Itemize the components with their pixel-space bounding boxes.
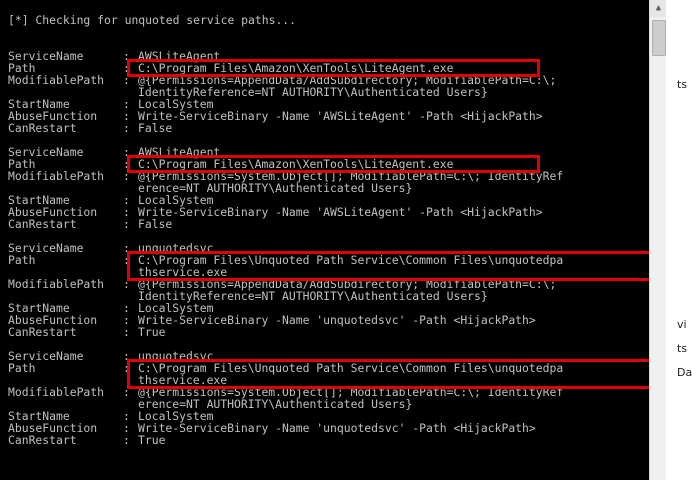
field-value: Write-ServiceBinary -Name 'unquotedsvc' … (138, 421, 536, 435)
field-label: ModifiablePath (8, 73, 105, 87)
field-label: ModifiablePath (8, 385, 105, 399)
field-label: ModifiablePath (8, 169, 105, 183)
background-window[interactable]: ts vi ts Daf (666, 0, 692, 480)
background-text-fragment: ts (677, 78, 688, 91)
scroll-up-arrow-icon[interactable]: ▲ (650, 0, 667, 17)
entry-can-restart-line: CanRestart: False (8, 122, 172, 134)
entry-can-restart-line: CanRestart: True (8, 326, 165, 338)
field-separator: : (123, 433, 130, 447)
field-value: Write-ServiceBinary -Name 'AWSLiteAgent'… (138, 109, 543, 123)
background-text-fragment: ts (677, 342, 688, 355)
console-scrollbar[interactable]: ▲ (649, 0, 667, 480)
background-text-fragment: vi (677, 318, 687, 331)
background-text-fragment: Daf (677, 366, 692, 379)
field-separator: : (123, 121, 130, 135)
field-label: CanRestart (8, 433, 77, 447)
entry-modifiable-path-line: IdentityReference=NT AUTHORITY\Authentic… (8, 290, 488, 302)
path-highlight-box (127, 155, 540, 173)
entry-abuse-function-line: AbuseFunction: Write-ServiceBinary -Name … (8, 110, 543, 122)
path-highlight-box (127, 359, 649, 389)
field-value: False (138, 121, 173, 135)
entry-can-restart-line: CanRestart: False (8, 218, 172, 230)
field-value: Write-ServiceBinary -Name 'AWSLiteAgent'… (138, 205, 543, 219)
path-highlight-box (127, 251, 649, 281)
field-value: True (138, 325, 166, 339)
console-window[interactable]: [*] Checking for unquoted service paths.… (0, 0, 649, 480)
field-value: Write-ServiceBinary -Name 'unquotedsvc' … (138, 313, 536, 327)
field-label: CanRestart (8, 325, 77, 339)
entry-abuse-function-line: AbuseFunction: Write-ServiceBinary -Name … (8, 314, 536, 326)
entry-abuse-function-line: AbuseFunction: Write-ServiceBinary -Name … (8, 206, 543, 218)
path-highlight-box (127, 59, 540, 77)
field-label: ModifiablePath (8, 277, 105, 291)
field-separator: : (123, 217, 130, 231)
entry-abuse-function-line: AbuseFunction: Write-ServiceBinary -Name … (8, 422, 536, 434)
field-value: True (138, 433, 166, 447)
field-value: [*] Checking for unquoted service paths.… (8, 13, 297, 27)
entry-can-restart-line: CanRestart: True (8, 434, 165, 446)
entry-modifiable-path-line: IdentityReference=NT AUTHORITY\Authentic… (8, 86, 488, 98)
scrollbar-thumb[interactable] (652, 20, 666, 56)
field-value: False (138, 217, 173, 231)
console-header: [*] Checking for unquoted service paths.… (8, 14, 296, 26)
field-label: Path (8, 361, 36, 375)
field-label: Path (8, 253, 36, 267)
field-label: CanRestart (8, 121, 77, 135)
field-label: CanRestart (8, 217, 77, 231)
field-separator: : (123, 325, 130, 339)
